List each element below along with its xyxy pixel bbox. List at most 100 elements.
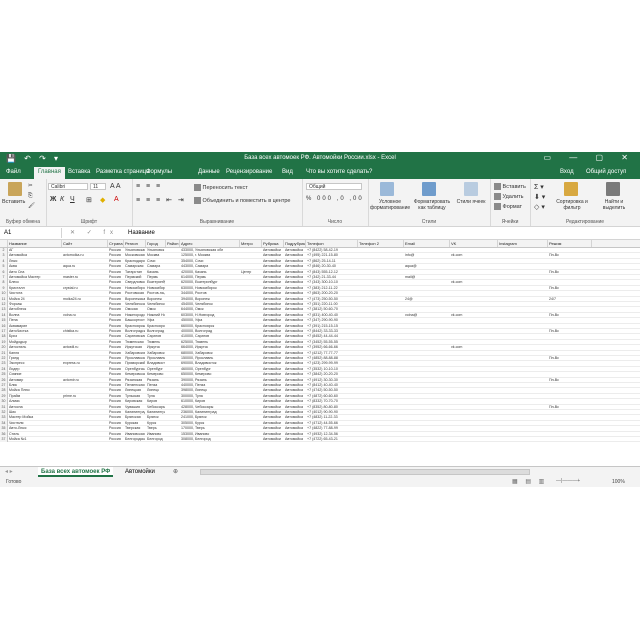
table-cell[interactable] xyxy=(241,297,261,302)
table-cell[interactable] xyxy=(359,313,403,318)
table-cell[interactable]: 241000, Брянск xyxy=(181,415,239,420)
table-cell[interactable]: Автомир xyxy=(9,378,61,383)
table-cell[interactable] xyxy=(499,426,547,431)
table-cell[interactable] xyxy=(549,426,591,431)
table-cell[interactable] xyxy=(451,340,497,345)
table-cell[interactable]: Автомойка xyxy=(285,367,305,372)
table-cell[interactable]: 660000, Красноярск xyxy=(181,324,239,329)
table-cell[interactable]: Автомойка xyxy=(285,280,305,285)
table-cell[interactable]: Пн-Вс xyxy=(549,270,591,275)
table-cell[interactable]: 170000, Тверь xyxy=(181,426,239,431)
table-cell[interactable]: Автомойка xyxy=(285,334,305,339)
table-cell[interactable] xyxy=(359,367,403,372)
table-cell[interactable]: Ростовская xyxy=(125,291,145,296)
table-cell[interactable] xyxy=(241,388,261,393)
table-cell[interactable]: +7 (8452) 44-44-44 xyxy=(307,334,357,339)
tab-0[interactable]: Файл xyxy=(6,169,21,175)
table-cell[interactable] xyxy=(405,318,449,323)
table-cell[interactable]: 614000, Пермь xyxy=(181,275,239,280)
table-cell[interactable] xyxy=(241,437,261,442)
table-cell[interactable] xyxy=(451,388,497,393)
table-cell[interactable]: Россия xyxy=(109,388,123,393)
table-cell[interactable]: Мойдодыр xyxy=(9,340,61,345)
table-cell[interactable]: +7 (863) 200-20-20 xyxy=(307,291,357,296)
table-cell[interactable] xyxy=(167,383,179,388)
table-cell[interactable] xyxy=(451,275,497,280)
merge-center-button[interactable]: Объединить и поместить в центре xyxy=(194,197,290,204)
font-color-icon[interactable]: A xyxy=(114,196,119,203)
table-cell[interactable]: 354000, Сочи xyxy=(181,259,239,264)
table-cell[interactable] xyxy=(549,275,591,280)
table-cell[interactable] xyxy=(241,351,261,356)
table-cell[interactable] xyxy=(241,345,261,350)
table-cell[interactable]: 390000, Рязань xyxy=(181,378,239,383)
table-cell[interactable]: +7 (473) 250-50-50 xyxy=(307,297,357,302)
table-cell[interactable] xyxy=(451,415,497,420)
table-cell[interactable] xyxy=(167,275,179,280)
table-cell[interactable] xyxy=(241,378,261,383)
table-cell[interactable] xyxy=(499,302,547,307)
table-cell[interactable]: Чистота xyxy=(9,291,61,296)
table-cell[interactable]: vk.com xyxy=(451,280,497,285)
format-painter-icon[interactable]: 🖌 xyxy=(28,203,35,209)
table-cell[interactable]: Россия xyxy=(109,307,123,312)
table-cell[interactable] xyxy=(241,248,261,253)
sort-filter-button[interactable]: Сортировка и фильтр xyxy=(552,199,592,211)
table-cell[interactable] xyxy=(499,270,547,275)
table-cell[interactable] xyxy=(167,248,179,253)
table-cell[interactable] xyxy=(359,356,403,361)
table-cell[interactable]: Брянск xyxy=(147,415,165,420)
table-cell[interactable]: Омск xyxy=(147,307,165,312)
table-cell[interactable]: Новосибирск xyxy=(147,286,165,291)
table-cell[interactable]: Автомойки xyxy=(263,426,283,431)
table-cell[interactable] xyxy=(451,334,497,339)
name-box[interactable]: A1 xyxy=(2,228,62,238)
table-cell[interactable] xyxy=(405,351,449,356)
table-cell[interactable]: Россия xyxy=(109,367,123,372)
table-cell[interactable]: +7 (343) 300-10-10 xyxy=(307,280,357,285)
table-cell[interactable] xyxy=(63,437,107,442)
table-cell[interactable]: avtostil.ru xyxy=(63,345,107,350)
table-cell[interactable]: Россия xyxy=(109,415,123,420)
font-size-select[interactable]: 11 xyxy=(90,183,106,190)
conditional-format-button[interactable]: Условное форматирование xyxy=(370,199,410,211)
paste-icon[interactable] xyxy=(8,182,22,196)
table-cell[interactable] xyxy=(167,421,179,426)
table-cell[interactable]: Сияние xyxy=(9,372,61,377)
column-header[interactable]: Подрубрика xyxy=(284,240,306,247)
table-cell[interactable]: Автомойки xyxy=(263,367,283,372)
tab-1[interactable]: Главная xyxy=(34,167,65,179)
table-cell[interactable]: Центр xyxy=(241,270,261,275)
table-cell[interactable]: +7 (4832) 11-22-33 xyxy=(307,415,357,420)
table-cell[interactable] xyxy=(499,388,547,393)
table-cell[interactable]: +7 (4852) 88-88-88 xyxy=(307,356,357,361)
table-cell[interactable] xyxy=(63,259,107,264)
table-cell[interactable] xyxy=(167,280,179,285)
table-cell[interactable]: Россия xyxy=(109,437,123,442)
table-cell[interactable] xyxy=(241,372,261,377)
table-cell[interactable]: 450000, Уфа xyxy=(181,318,239,323)
table-cell[interactable]: Пермский xyxy=(125,275,145,280)
table-cell[interactable]: crystal.ru xyxy=(63,286,107,291)
column-header[interactable]: Метро xyxy=(240,240,262,247)
table-cell[interactable]: 603000, Н.Новгород xyxy=(181,313,239,318)
table-cell[interactable]: Автомойки xyxy=(263,432,283,437)
table-cell[interactable] xyxy=(405,367,449,372)
table-cell[interactable] xyxy=(451,378,497,383)
table-cell[interactable] xyxy=(241,259,261,264)
table-cell[interactable]: Автомойки xyxy=(263,405,283,410)
table-cell[interactable] xyxy=(359,275,403,280)
table-cell[interactable]: Автомойки xyxy=(263,410,283,415)
table-cell[interactable] xyxy=(167,329,179,334)
table-cell[interactable] xyxy=(549,437,591,442)
table-cell[interactable] xyxy=(359,361,403,366)
vertical-align-icons[interactable]: ≡ ≡ ≡ xyxy=(136,183,162,190)
table-cell[interactable] xyxy=(241,394,261,399)
table-cell[interactable]: Оренбургская xyxy=(125,367,145,372)
table-cell[interactable] xyxy=(499,394,547,399)
table-cell[interactable]: Пена xyxy=(9,318,61,323)
table-cell[interactable] xyxy=(499,307,547,312)
table-cell[interactable] xyxy=(167,270,179,275)
table-cell[interactable] xyxy=(63,307,107,312)
table-cell[interactable]: Пн-Вс xyxy=(549,356,591,361)
